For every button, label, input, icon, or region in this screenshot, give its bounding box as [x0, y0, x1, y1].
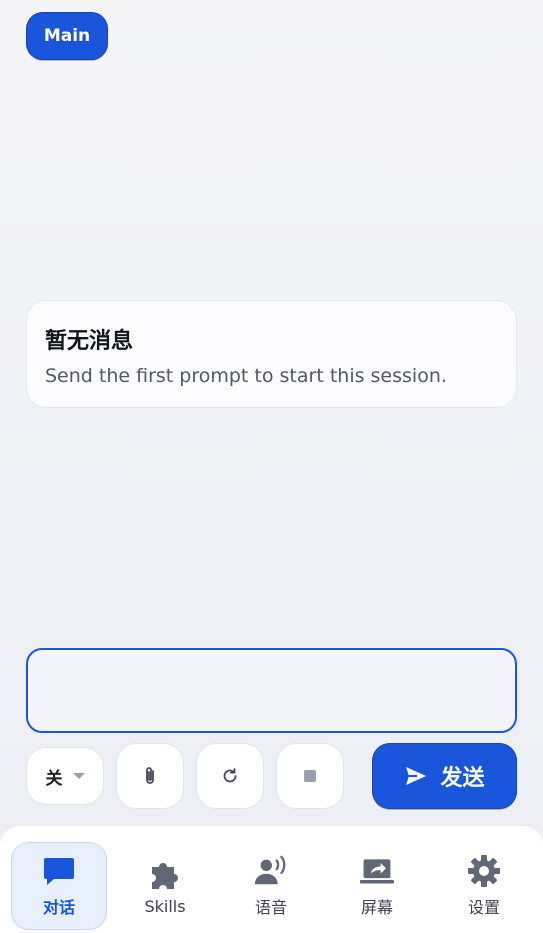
bottom-tab-bar: 对话 Skills 语音 屏幕 设置	[0, 825, 543, 933]
refresh-icon	[223, 768, 237, 783]
puzzle-icon	[148, 857, 182, 891]
tab-settings-label: 设置	[467, 898, 500, 917]
tab-chat[interactable]: 对话	[11, 842, 107, 930]
session-pill[interactable]: Main	[26, 12, 108, 60]
tab-voice[interactable]: 语音	[223, 842, 319, 930]
gear-icon	[467, 854, 501, 888]
empty-state-subtitle: Send the first prompt to start this sess…	[45, 365, 447, 387]
paperclip-icon	[146, 767, 154, 784]
stop-button[interactable]	[276, 743, 344, 809]
empty-state-card: 暂无消息 Send the first prompt to start this…	[26, 300, 517, 408]
stop-icon	[304, 770, 316, 782]
tab-voice-label: 语音	[254, 898, 287, 917]
send-label: 发送	[440, 766, 485, 791]
chat-icon	[42, 854, 76, 888]
send-button[interactable]: 发送	[372, 743, 517, 809]
mode-select[interactable]: 关	[26, 747, 104, 805]
message-input[interactable]	[26, 648, 517, 733]
tab-skills[interactable]: Skills	[117, 842, 213, 930]
mode-select-value: 关	[45, 768, 63, 789]
screen-share-icon	[360, 854, 394, 888]
chevron-down-icon	[72, 773, 85, 779]
tab-settings[interactable]: 设置	[436, 842, 532, 930]
send-icon	[406, 767, 427, 785]
voice-icon	[254, 854, 288, 888]
tab-skills-label: Skills	[144, 896, 186, 916]
tab-screen[interactable]: 屏幕	[329, 842, 425, 930]
session-label: Main	[43, 26, 91, 46]
tab-screen-label: 屏幕	[360, 898, 393, 917]
tab-chat-label: 对话	[42, 898, 75, 917]
refresh-button[interactable]	[196, 743, 264, 809]
attach-button[interactable]	[116, 743, 184, 809]
empty-state-title: 暂无消息	[45, 329, 134, 354]
